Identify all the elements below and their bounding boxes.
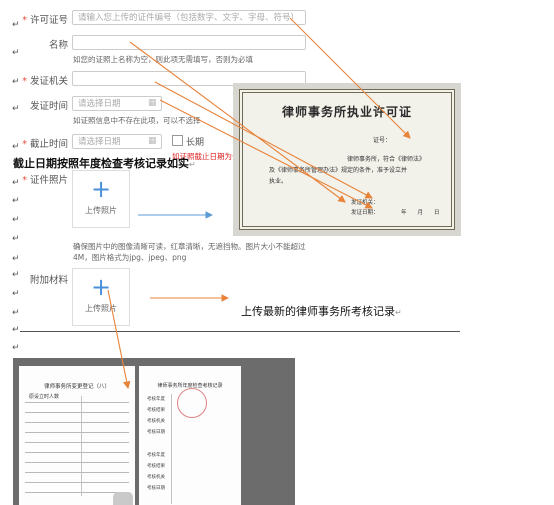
arrow-issue-date <box>159 99 373 209</box>
arrow-expiry-to-record <box>107 289 131 390</box>
arrow-license-no <box>289 17 411 139</box>
annotation-arrows <box>107 17 411 390</box>
arrow-issuer <box>154 81 373 199</box>
